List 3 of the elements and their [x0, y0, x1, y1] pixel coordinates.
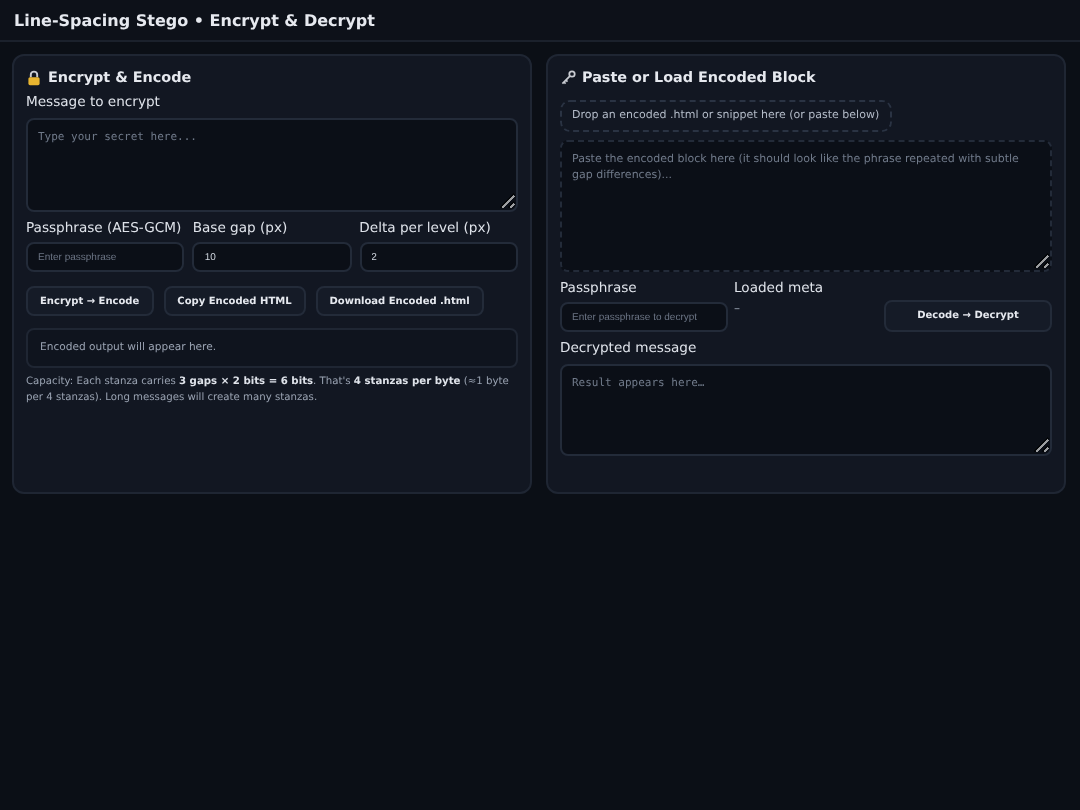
- app-title: Line-Spacing Stego • Encrypt & Decrypt: [14, 11, 375, 29]
- key-icon: [560, 69, 576, 85]
- lock-icon: [26, 69, 42, 85]
